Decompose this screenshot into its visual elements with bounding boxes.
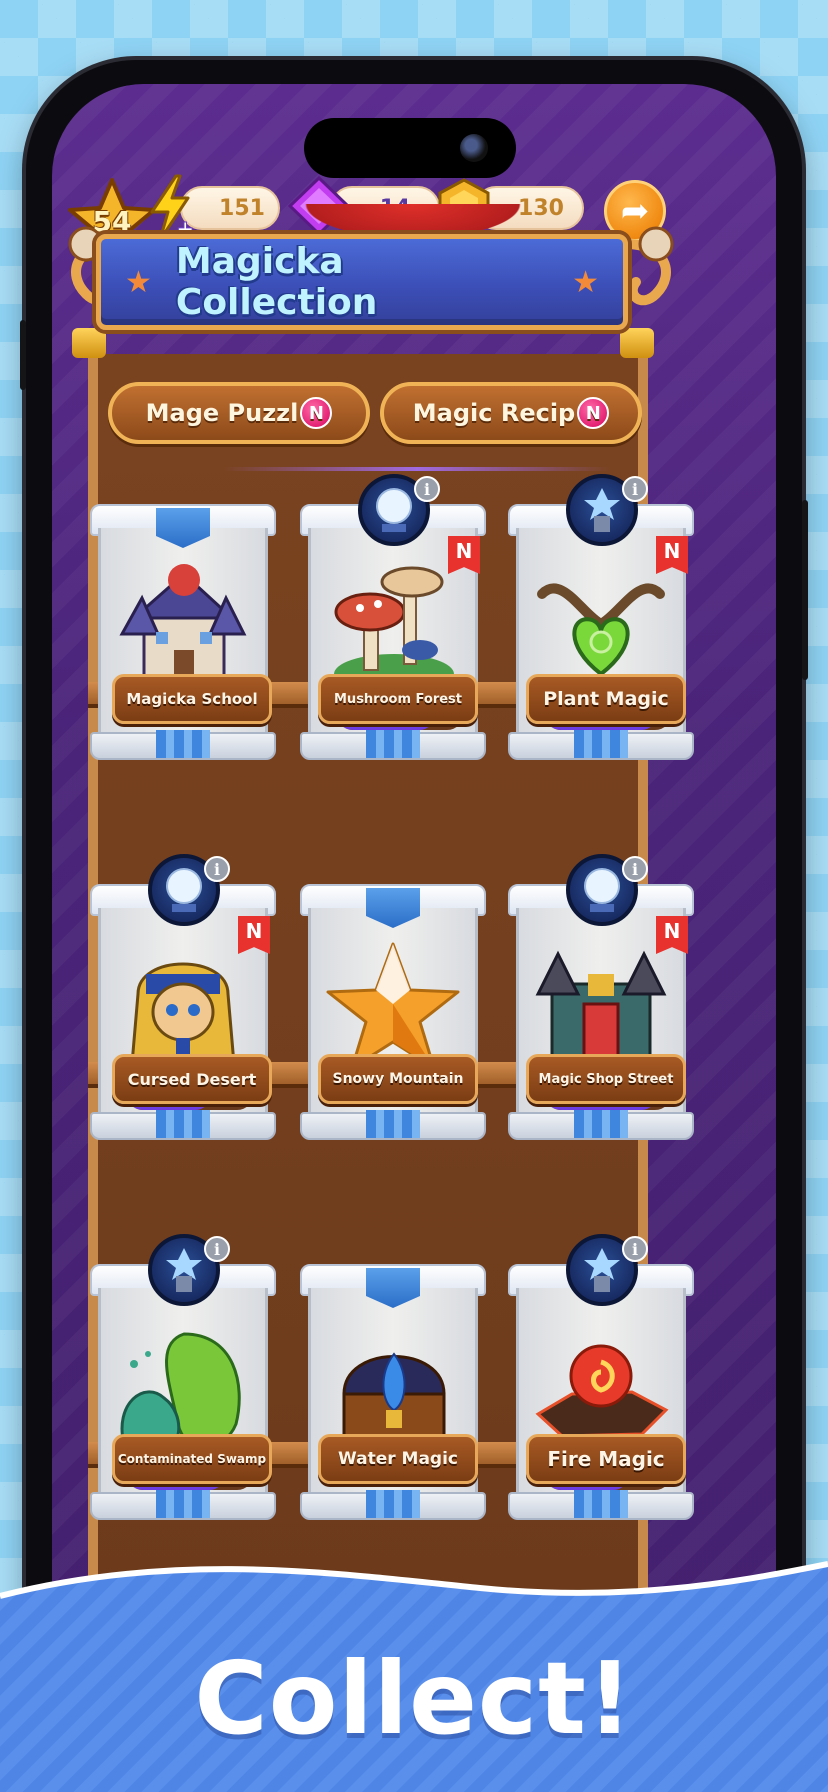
- star-icon: ★: [572, 264, 599, 300]
- card-label: Water Magic: [318, 1434, 478, 1484]
- card-label: Snowy Mountain: [318, 1054, 478, 1104]
- card-label: Magic Shop Street: [526, 1054, 686, 1104]
- card-label: Mushroom Forest: [318, 674, 478, 724]
- ribbon-decoration: [366, 730, 420, 758]
- ribbon-decoration: [156, 1110, 210, 1138]
- tab-label: Mage Puzzl: [145, 399, 299, 427]
- camera-icon: [460, 134, 488, 162]
- energy-value: 151: [219, 195, 265, 221]
- phone-button: [20, 320, 26, 390]
- new-badge: N: [577, 397, 610, 429]
- tab-mage-puzzle[interactable]: Mage Puzzl N: [108, 382, 370, 444]
- card-label: Cursed Desert: [112, 1054, 272, 1104]
- phone-button: [802, 500, 808, 680]
- ribbon-decoration: [156, 1490, 210, 1518]
- star-icon: ★: [125, 264, 152, 300]
- card-label: Magicka School: [112, 674, 272, 724]
- tab-label: Magic Recip: [412, 399, 576, 427]
- card-label: Fire Magic: [526, 1434, 686, 1484]
- ribbon-decoration: [574, 730, 628, 758]
- card-label: Contaminated Swamp: [112, 1434, 272, 1484]
- info-icon[interactable]: i: [414, 476, 440, 502]
- info-icon[interactable]: i: [204, 856, 230, 882]
- new-badge: N: [300, 397, 333, 429]
- ribbon-decoration: [574, 1110, 628, 1138]
- divider: [222, 467, 612, 471]
- ribbon-decoration: [574, 1490, 628, 1518]
- game-screen: 54 151 + 14 130 ➦ ★ Magicka Collection ★: [52, 84, 776, 1724]
- collection-title-banner: ★ Magicka Collection ★: [96, 234, 628, 330]
- ribbon-decoration: [366, 1110, 420, 1138]
- info-icon[interactable]: i: [622, 856, 648, 882]
- info-icon[interactable]: i: [204, 1236, 230, 1262]
- promo-headline: Collect!: [194, 1639, 634, 1757]
- page-title: Magicka Collection: [175, 241, 378, 323]
- energy-counter[interactable]: 151: [180, 186, 280, 230]
- info-icon[interactable]: i: [622, 476, 648, 502]
- tab-magic-recipe[interactable]: Magic Recip N: [380, 382, 642, 444]
- info-icon[interactable]: i: [622, 1236, 648, 1262]
- ribbon-decoration: [366, 1490, 420, 1518]
- lightning-icon: +: [150, 174, 194, 242]
- ribbon-decoration: [156, 730, 210, 758]
- card-label: Plant Magic: [526, 674, 686, 724]
